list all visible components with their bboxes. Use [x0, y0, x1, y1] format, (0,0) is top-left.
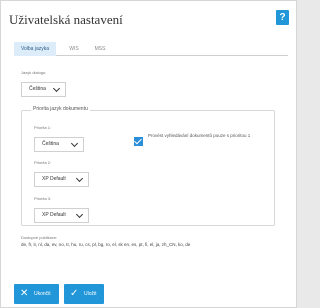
priority-1-label: Priorita 1:	[34, 125, 52, 130]
priority-1-value: Čeština	[42, 141, 59, 147]
save-button[interactable]: ✓ Uložit	[64, 284, 104, 304]
chevron-down-icon	[75, 210, 84, 219]
tab-mss[interactable]: MSS	[90, 42, 110, 56]
tab-wis[interactable]: WIS	[66, 42, 82, 56]
help-icon[interactable]: ?	[276, 10, 289, 25]
priority-only-checkbox[interactable]	[134, 137, 143, 146]
dialog-language-select[interactable]: Čeština	[21, 82, 66, 97]
tab-language[interactable]: Volba jazyka	[14, 42, 56, 56]
priority-3-value: XP Default	[42, 212, 66, 218]
chevron-down-icon	[75, 174, 84, 183]
chevron-down-icon	[70, 139, 79, 148]
dialog-title: Uživatelská nastavení	[9, 12, 123, 27]
user-settings-dialog: Uživatelská nastavení ? Volba jazyka WIS…	[0, 0, 297, 308]
priority-1-select[interactable]: Čeština	[34, 137, 84, 152]
priority-only-checkbox-label: Provést vyhledávání dokumentů pouze s pr…	[148, 133, 251, 138]
priority-3-label: Priorita 3:	[34, 196, 52, 201]
priority-2-value: XP Default	[42, 176, 66, 182]
close-button[interactable]: ✕ Ukončit	[14, 284, 59, 304]
publications-list: de, fr, it, nl, da, ev, no, tr, hu, ru, …	[21, 242, 191, 247]
close-icon: ✕	[20, 288, 29, 299]
publications-label: Dostupné publikace:	[21, 235, 58, 240]
save-button-label: Uložit	[84, 291, 97, 297]
checkmark-icon: ✓	[70, 288, 79, 299]
dialog-language-value: Čeština	[29, 86, 46, 92]
dialog-language-label: Jazyk dialogu:	[21, 70, 47, 75]
priority-2-select[interactable]: XP Default	[34, 172, 89, 187]
priority-group-legend: Priorita jazyk dokumentu	[31, 106, 90, 112]
priority-2-label: Priorita 2:	[34, 160, 52, 165]
tab-bar: Volba jazyka WIS MSS	[14, 42, 288, 56]
priority-3-select[interactable]: XP Default	[34, 208, 89, 223]
close-button-label: Ukončit	[34, 291, 51, 297]
chevron-down-icon	[52, 84, 61, 93]
